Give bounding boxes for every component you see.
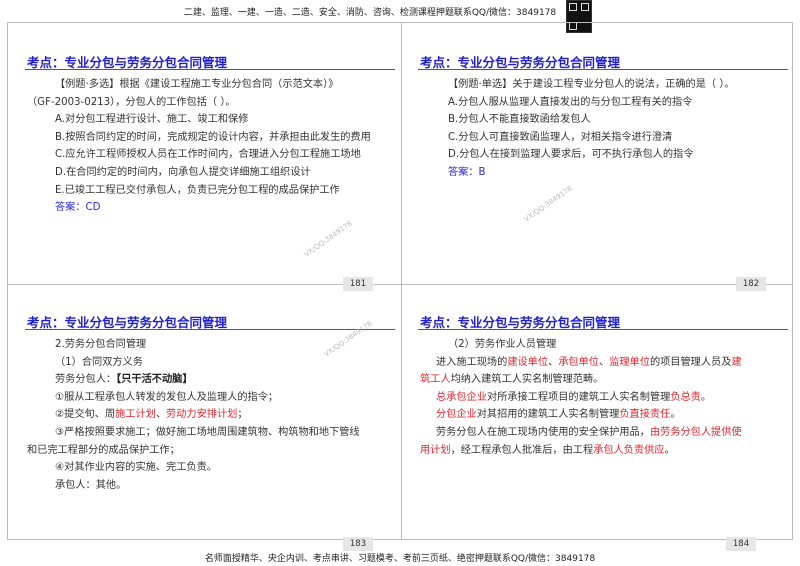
text-segment: 对所承接工程项目的建筑工人实名制管理: [486, 391, 671, 403]
text-segment: 。: [670, 409, 681, 421]
highlight-text: 由劳务分包人提供使: [649, 426, 742, 438]
highlight-text: 建设单位: [507, 356, 549, 368]
text-line: B.按照合同约定的时间，完成规定的设计内容，并承担由此发生的费用: [27, 129, 381, 147]
text-segment: ③严格按照要求施工；做好施工场地周围建筑物、构筑物和地下管线: [55, 426, 360, 438]
highlight-text: 总承包企业: [436, 391, 487, 403]
text-line: 筑工人均纳入建筑工人实名制管理范畴。: [420, 371, 774, 389]
text-segment: ，经工程承包人批准后，由工程: [450, 444, 594, 456]
text-segment: ④对其作业内容的实施、完工负责。: [55, 462, 217, 474]
title-underline: [25, 329, 395, 330]
text-line: 【例题·多选】根据《建设工程施工专业分包合同（示范文本）》: [27, 76, 381, 94]
text-segment: A.对分包工程进行设计、施工、竣工和保修: [55, 114, 249, 126]
text-segment: 。: [700, 391, 712, 403]
text-line: C.分包人可直接致函监理人，对相关指令进行澄清: [420, 129, 774, 147]
text-segment: 承包人：其他。: [55, 479, 127, 491]
text-line: （2）劳务作业人员管理: [420, 336, 774, 354]
page-number: 182: [736, 277, 766, 291]
highlight-text: 承包单位: [558, 356, 599, 368]
text-line: ④对其作业内容的实施、完工负责。: [27, 459, 381, 477]
highlight-text: 负总责: [670, 391, 701, 403]
text-line: 承包人：其他。: [27, 477, 381, 495]
text-line: 劳务分包人：【只干活不动脑】: [27, 371, 381, 389]
text-segment: 和已完工程部分的成品保护工作；: [27, 444, 180, 456]
text-line: 分包企业对其招用的建筑工人实名制管理负直接责任。: [420, 406, 774, 424]
slide-182: 考点：专业分包与劳务分包合同管理 【例题·单选】关于建设工程专业分包人的说法，正确…: [402, 48, 788, 298]
text-segment: C.应允许工程师授权人员在工作时间内，合理进入分包工程施工场地: [55, 149, 361, 161]
text-line: A.对分包工程进行设计、施工、竣工和保修: [27, 111, 381, 129]
text-segment: 、: [548, 356, 559, 368]
highlight-text: 施工计划: [115, 409, 156, 421]
text-line: 进入施工现场的建设单位、承包单位、监理单位的项目管理人员及建: [420, 354, 774, 372]
text-line: E.已竣工工程已交付承包人，负责已完分包工程的成品保护工作: [27, 182, 381, 200]
text-line: 总承包企业对所承接工程项目的建筑工人实名制管理负总责。: [420, 389, 774, 407]
text-segment: 2.劳务分包合同管理: [55, 339, 147, 350]
text-line: A.分包人服从监理人直接发出的与分包工程有关的指令: [420, 94, 774, 112]
slide-body: 【例题·单选】关于建设工程专业分包人的说法，正确的是（ ）。 A.分包人服从监理人…: [420, 76, 774, 182]
text-segment: 答案：B: [448, 166, 486, 178]
text-segment: A.分包人服从监理人直接发出的与分包工程有关的指令: [448, 96, 693, 108]
text-line: （GF-2003-0213），分包人的工作包括（ ）。: [27, 94, 381, 112]
text-segment: ；: [237, 409, 248, 421]
text-segment: （1）合同双方义务: [55, 356, 143, 368]
text-line: D.分包人在接到监理人要求后，可不执行承包人的指令: [420, 146, 774, 164]
text-segment: 对其招用的建筑工人实名制管理: [476, 409, 620, 421]
page-number: 183: [343, 537, 373, 551]
highlight-text: 监理单位: [609, 356, 650, 368]
title-underline: [418, 69, 788, 70]
text-line: ③严格按照要求施工；做好施工场地周围建筑物、构筑物和地下管线: [27, 424, 381, 442]
highlight-text: 筑工人: [420, 374, 451, 386]
text-segment: 劳务分包人：: [55, 374, 117, 386]
text-line: ①服从工程承包人转发的发包人及监理人的指令；: [27, 389, 381, 407]
text-segment: 。: [664, 444, 675, 456]
text-segment: 答案：CD: [55, 202, 101, 214]
highlight-text: 用计划: [420, 444, 451, 456]
text-segment: 【只干活不动脑】: [116, 374, 193, 386]
title-underline: [418, 329, 788, 330]
title-underline: [25, 69, 395, 70]
text-segment: 、: [155, 409, 167, 421]
page-number: 181: [343, 277, 373, 291]
text-line: D.在合同约定的时间内，向承包人提交详细施工组织设计: [27, 164, 381, 182]
text-segment: （GF-2003-0213），分包人的工作包括（ ）。: [27, 96, 236, 108]
text-segment: ②提交旬、周: [55, 409, 116, 421]
text-line: 答案：B: [420, 164, 774, 182]
text-segment: 进入施工现场的: [436, 356, 508, 368]
text-segment: 【例题·多选】根据《建设工程施工专业分包合同（示范文本）》: [55, 79, 339, 90]
text-line: B.分包人不能直接致函给发包人: [420, 111, 774, 129]
text-line: C.应允许工程师授权人员在工作时间内，合理进入分包工程施工场地: [27, 146, 381, 164]
slide-body: （2）劳务作业人员管理 进入施工现场的建设单位、承包单位、监理单位的项目管理人员及…: [420, 336, 774, 459]
highlight-text: 承包人负责供应: [593, 444, 665, 456]
page-number: 184: [726, 537, 756, 551]
text-segment: E.已竣工工程已交付承包人，负责已完分包工程的成品保护工作: [55, 184, 340, 196]
text-segment: C.分包人可直接致函监理人，对相关指令进行澄清: [448, 131, 673, 143]
highlight-text: 劳动力安排计划: [166, 409, 238, 421]
text-line: 答案：CD: [27, 199, 381, 217]
text-line: 和已完工程部分的成品保护工作；: [27, 442, 381, 460]
highlight-text: 建: [731, 356, 742, 368]
slide-181: 考点：专业分包与劳务分包合同管理 【例题·多选】根据《建设工程施工专业分包合同（示…: [9, 48, 395, 298]
text-line: 【例题·单选】关于建设工程专业分包人的说法，正确的是（ ）。: [420, 76, 774, 94]
text-line: ②提交旬、周施工计划、劳动力安排计划；: [27, 406, 381, 424]
text-segment: 均纳入建筑工人实名制管理范畴。: [450, 374, 604, 386]
bottom-banner: 名师面授精华、央企内训、考点串讲、习题模考、考前三页纸、绝密押题联系QQ/微信：…: [204, 554, 596, 564]
text-segment: D.在合同约定的时间内，向承包人提交详细施工组织设计: [55, 166, 311, 178]
highlight-text: 分包企业: [436, 409, 477, 421]
text-segment: B.分包人不能直接致函给发包人: [448, 114, 591, 126]
slide-body: 2.劳务分包合同管理 （1）合同双方义务 劳务分包人：【只干活不动脑】 ①服从工程承包…: [27, 336, 381, 494]
text-segment: 、: [599, 356, 610, 368]
text-segment: 的项目管理人员及: [649, 356, 732, 368]
slide-184: 考点：专业分包与劳务分包合同管理 （2）劳务作业人员管理 进入施工现场的建设单位、承…: [402, 308, 788, 558]
text-segment: B.按照合同约定的时间，完成规定的设计内容，并承担由此发生的费用: [55, 131, 371, 143]
text-segment: ①服从工程承包人转发的发包人及监理人的指令；: [55, 391, 279, 403]
slide-body: 【例题·多选】根据《建设工程施工专业分包合同（示范文本）》 （GF-2003-02…: [27, 76, 381, 217]
text-segment: 【例题·单选】关于建设工程专业分包人的说法，正确的是（ ）。: [448, 79, 735, 90]
highlight-text: 负直接责任: [619, 409, 671, 421]
text-segment: （2）劳务作业人员管理: [448, 339, 557, 350]
top-banner: 二建、监理、一建、一造、二造、安全、消防、咨询、检测课程押题联系QQ/微信：38…: [183, 8, 557, 18]
text-line: 用计划，经工程承包人批准后，由工程承包人负责供应。: [420, 442, 774, 460]
text-segment: D.分包人在接到监理人要求后，可不执行承包人的指令: [448, 149, 694, 161]
text-line: 劳务分包人在施工现场内使用的安全保护用品，由劳务分包人提供使: [420, 424, 774, 442]
text-segment: 劳务分包人在施工现场内使用的安全保护用品，: [436, 426, 650, 438]
